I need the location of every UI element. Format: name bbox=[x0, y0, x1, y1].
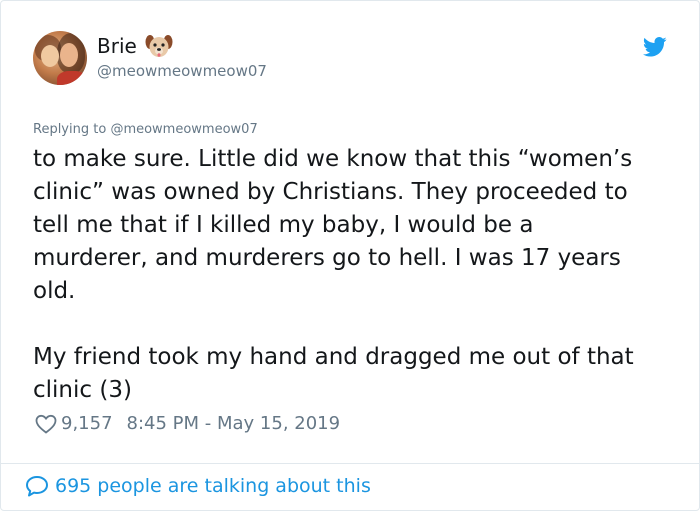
tweet-header: Brie @meowmeowmeow07 bbox=[33, 31, 673, 91]
tweet-timestamp[interactable]: 8:45 PM - May 15, 2019 bbox=[127, 413, 341, 434]
twitter-bird-icon[interactable] bbox=[642, 37, 667, 57]
replying-to: Replying to @meowmeowmeow07 bbox=[33, 122, 258, 137]
heart-icon[interactable] bbox=[35, 414, 57, 434]
like-count[interactable]: 9,157 bbox=[61, 413, 113, 434]
tweet-text: to make sure. Little did we know that th… bbox=[33, 146, 634, 403]
author-display-name[interactable]: Brie bbox=[97, 34, 137, 58]
dog-face-icon bbox=[145, 33, 173, 59]
divider bbox=[1, 463, 699, 464]
conversation-link[interactable]: 695 people are talking about this bbox=[25, 475, 371, 497]
tweet-meta: 9,157 8:45 PM - May 15, 2019 bbox=[35, 413, 340, 434]
speech-bubble-icon bbox=[25, 475, 49, 497]
author-name-row[interactable]: Brie bbox=[97, 33, 173, 59]
replying-target-link[interactable]: @meowmeowmeow07 bbox=[110, 122, 257, 137]
replying-prefix: Replying to bbox=[33, 122, 107, 137]
conversation-text[interactable]: 695 people are talking about this bbox=[55, 475, 371, 497]
avatar[interactable] bbox=[33, 31, 87, 85]
tweet-card: Brie @meowmeowmeow07 Replying to @meowme… bbox=[0, 0, 700, 511]
author-handle[interactable]: @meowmeowmeow07 bbox=[97, 62, 267, 80]
